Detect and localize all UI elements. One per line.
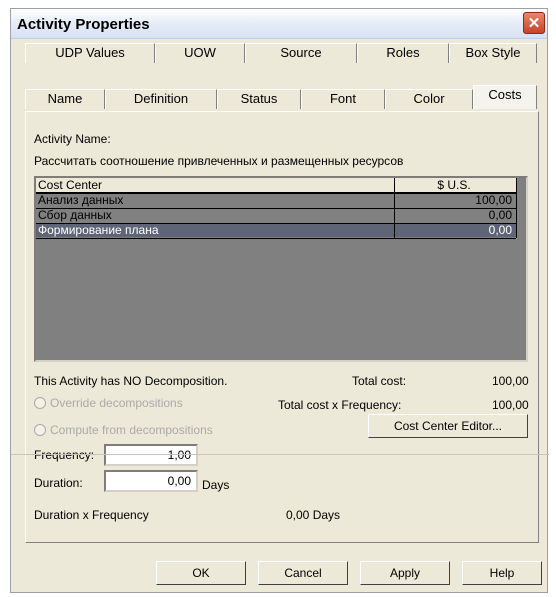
override-label: Override decompositions [50,396,183,410]
duration-frequency-label: Duration x Frequency [34,508,149,522]
tab-definition[interactable]: Definition [105,89,217,109]
header-usd: $ U.S. [437,178,471,192]
cancel-button[interactable]: Cancel [258,561,348,585]
apply-button[interactable]: Apply [360,561,450,585]
frequency-label: Frequency: [34,448,95,462]
cost-center-grid[interactable]: Cost Center $ U.S. Анализ данных 100,00 … [34,176,528,362]
costs-panel: Activity Name: Рассчитать соотношение пр… [25,111,539,543]
tab-status[interactable]: Status [217,89,301,109]
help-button[interactable]: Help [462,561,542,585]
table-row[interactable]: Анализ данных 100,00 [36,193,516,207]
row-divider [36,208,516,209]
row-center: Формирование плана [38,223,159,237]
close-button[interactable]: ✕ [523,12,545,34]
tab-udp-values[interactable]: UDP Values [25,43,155,63]
tab-strip: UDP Values UOW Source Roles Box Style Na… [25,43,537,111]
compute-radio[interactable] [34,424,46,436]
row-divider [36,223,516,224]
row-value: 100,00 [475,193,512,207]
total-cost-frequency-value: 100,00 [492,398,529,412]
activity-name-value: Рассчитать соотношение привлеченных и ра… [34,154,404,168]
grid-header: Cost Center $ U.S. [36,178,516,193]
table-row[interactable]: Формирование плана 0,00 [36,223,516,237]
row-value: 0,00 [488,223,512,237]
header-cost-center: Cost Center [38,178,103,192]
row-center: Сбор данных [38,208,112,222]
total-cost-frequency-label: Total cost x Frequency: [278,398,402,412]
tab-uow[interactable]: UOW [155,43,245,63]
cost-center-editor-button[interactable]: Cost Center Editor... [368,414,528,438]
column-divider [516,178,517,238]
compute-label: Compute from decompositions [50,423,213,437]
duration-frequency-value: 0,00 Days [286,508,341,522]
total-cost-label: Total cost: [352,374,407,388]
table-row[interactable]: Сбор данных 0,00 [36,208,516,222]
tab-color[interactable]: Color [385,89,473,109]
tab-box-style[interactable]: Box Style [449,43,537,63]
row-divider [36,238,516,239]
tab-source[interactable]: Source [245,43,357,63]
duration-label: Duration: [34,476,83,490]
ok-button[interactable]: OK [156,561,246,585]
tab-roles[interactable]: Roles [357,43,449,63]
decomposition-text: This Activity has NO Decomposition. [34,374,228,388]
row-center: Анализ данных [38,193,124,207]
activity-properties-dialog: Activity Properties ✕ UDP Values UOW Sou… [10,8,549,593]
override-radio[interactable] [34,397,46,409]
row-value: 0,00 [488,208,512,222]
total-cost-value: 100,00 [492,374,529,388]
frequency-field[interactable]: 1,00 [104,444,198,466]
footer-divider [11,454,549,455]
title-bar[interactable]: Activity Properties ✕ [11,9,547,39]
tab-name[interactable]: Name [25,89,105,109]
tab-costs[interactable]: Costs [473,85,537,109]
activity-name-label: Activity Name: [34,132,111,146]
duration-field[interactable]: 0,00 [104,470,198,492]
row-divider [36,193,516,194]
dialog-title: Activity Properties [17,16,150,33]
tab-font[interactable]: Font [301,89,385,109]
close-icon: ✕ [527,15,541,32]
duration-unit: Days [202,478,230,492]
